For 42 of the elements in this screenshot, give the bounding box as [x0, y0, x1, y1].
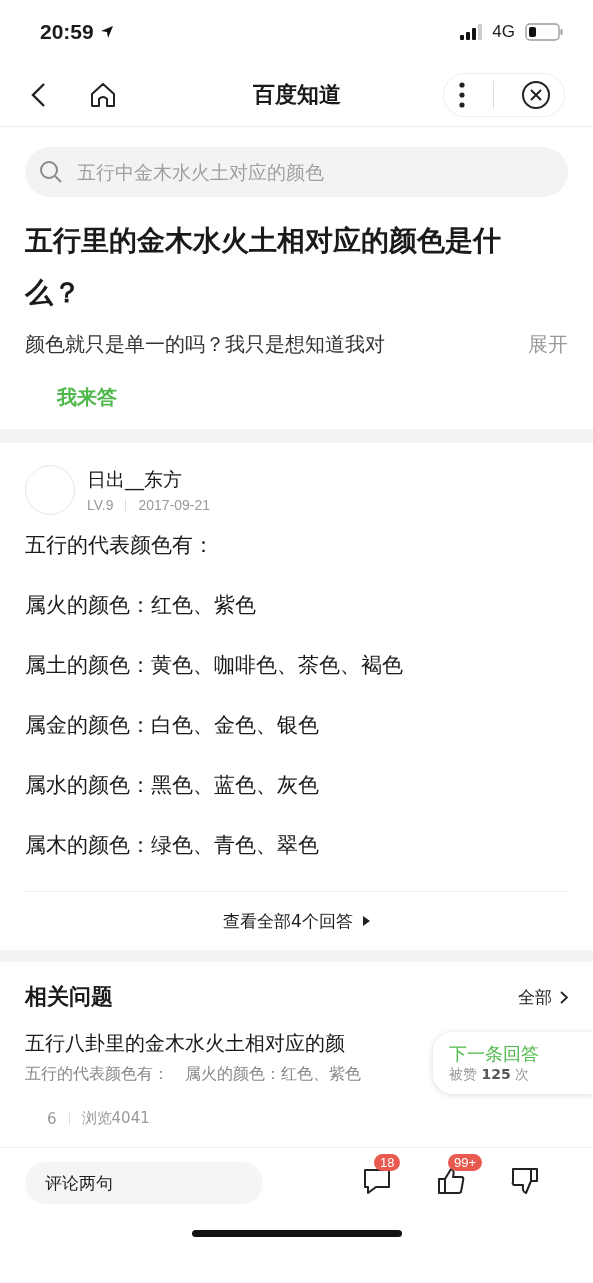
search-icon — [39, 160, 63, 184]
chevron-right-icon — [560, 990, 568, 1004]
page-title: 百度知道 — [251, 81, 342, 109]
more-icon[interactable] — [457, 82, 466, 108]
answer-paragraph: 属金的颜色：白色、金色、银色 — [25, 712, 320, 739]
answer-paragraph: 属木的颜色：绿色、青色、翠色 — [25, 832, 320, 859]
related-question-title[interactable]: 五行八卦里的金木水火土相对应的颜 — [25, 1028, 345, 1058]
answer-date: 2017-09-21 — [138, 497, 211, 513]
next-answer-label: 下一条回答 — [449, 1042, 540, 1066]
back-icon[interactable] — [30, 82, 46, 108]
battery-icon — [525, 23, 563, 41]
next-answer-card[interactable]: 下一条回答 被赞 125 次 — [433, 1032, 593, 1094]
search-input[interactable]: 五行中金木水火土对应的颜色 — [77, 161, 554, 183]
triangle-right-icon — [362, 916, 370, 926]
count-badge: 99+ — [448, 1154, 483, 1171]
home-indicator[interactable] — [191, 1229, 402, 1237]
user-level: LV.9 — [87, 497, 114, 513]
comment-field[interactable]: 评论两句 — [25, 1162, 263, 1204]
answer-paragraph: 五行的代表颜色有： — [25, 532, 215, 559]
question-description: 颜色就只是单一的吗？我只是想知道我对 — [25, 331, 385, 358]
view-all-answers-link[interactable]: 查看全部4个回答 — [223, 909, 353, 933]
thumbs-up-icon[interactable] — [436, 1166, 466, 1196]
view-count: 浏览4041 — [81, 1109, 150, 1128]
close-icon[interactable] — [520, 80, 551, 110]
related-question-summary: 五行的代表颜色有： 属火的颜色：红色、紫色 — [25, 1064, 361, 1085]
all-link[interactable]: 全部 — [518, 985, 552, 1009]
section-heading: 相关问题 — [25, 983, 113, 1011]
author-name[interactable]: 日出__东方 — [87, 467, 211, 493]
home-icon[interactable] — [90, 82, 116, 108]
answer-paragraph: 属土的颜色：黄色、咖啡色、茶色、褐色 — [25, 652, 404, 679]
network-label: 4G — [492, 22, 515, 42]
answer-paragraph: 属水的颜色：黑色、蓝色、灰色 — [25, 772, 320, 799]
search-field[interactable]: 五行中金木水火土对应的颜色 — [25, 147, 568, 197]
question-title: 五行里的金木水火土相对应的颜色是什么？ — [25, 223, 502, 311]
comment-icon[interactable] — [362, 1166, 392, 1196]
thumbs-down-icon[interactable] — [510, 1166, 540, 1196]
like-count: 6 — [47, 1109, 57, 1128]
location-arrow-icon — [99, 25, 114, 39]
praise-count: 被赞 125 次 — [449, 1066, 531, 1084]
answer-paragraph: 属火的颜色：红色、紫色 — [25, 592, 257, 619]
count-badge: 18 — [374, 1154, 401, 1171]
status-time: 20:59 — [40, 20, 94, 44]
